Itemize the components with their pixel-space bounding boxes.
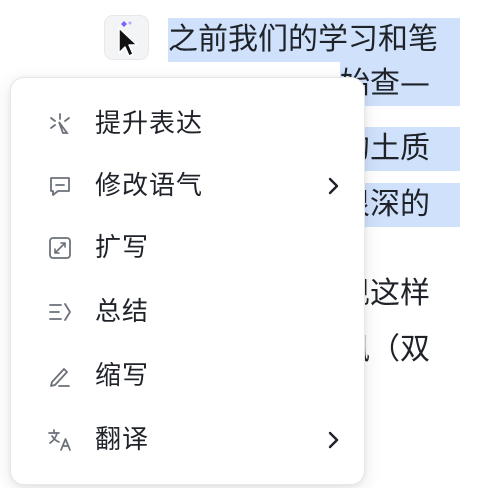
chevron-right-icon (328, 431, 339, 449)
menu-item-label: 翻译 (95, 425, 150, 455)
menu-item-label: 总结 (95, 297, 150, 327)
menu-item-translate[interactable]: 翻译 (25, 414, 350, 466)
document-line: 之前我们的学习和笔 (168, 18, 460, 62)
menu-item-label: 修改语气 (95, 171, 204, 201)
arrow-cursor-icon (118, 27, 138, 57)
menu-item-improve-expression[interactable]: 提升表达 (25, 98, 350, 150)
menu-item-summarize[interactable]: 总结 (25, 286, 350, 338)
editor-page: 之前我们的学习和笔 始查— 的土质 很深的 现这样 讯（双 提升表达 修改语气 … (0, 0, 503, 488)
menu-item-label: 提升表达 (95, 109, 204, 139)
sparkle-icon (50, 113, 70, 134)
speech-bubble-icon (50, 177, 70, 196)
translate-icon (48, 429, 71, 451)
pencil-icon (50, 368, 70, 387)
menu-item-label: 缩写 (95, 361, 150, 391)
chevron-right-icon (328, 177, 339, 195)
expand-icon (49, 237, 71, 259)
menu-item-label: 扩写 (95, 233, 150, 263)
menu-item-expand[interactable]: 扩写 (25, 222, 350, 274)
menu-item-condense[interactable]: 缩写 (25, 350, 350, 402)
ai-actions-menu: 提升表达 修改语气 扩写 总结 缩写 翻译 (10, 77, 365, 485)
menu-item-change-tone[interactable]: 修改语气 (25, 160, 350, 212)
ai-assistant-button[interactable] (104, 15, 149, 60)
summary-icon (49, 303, 72, 321)
